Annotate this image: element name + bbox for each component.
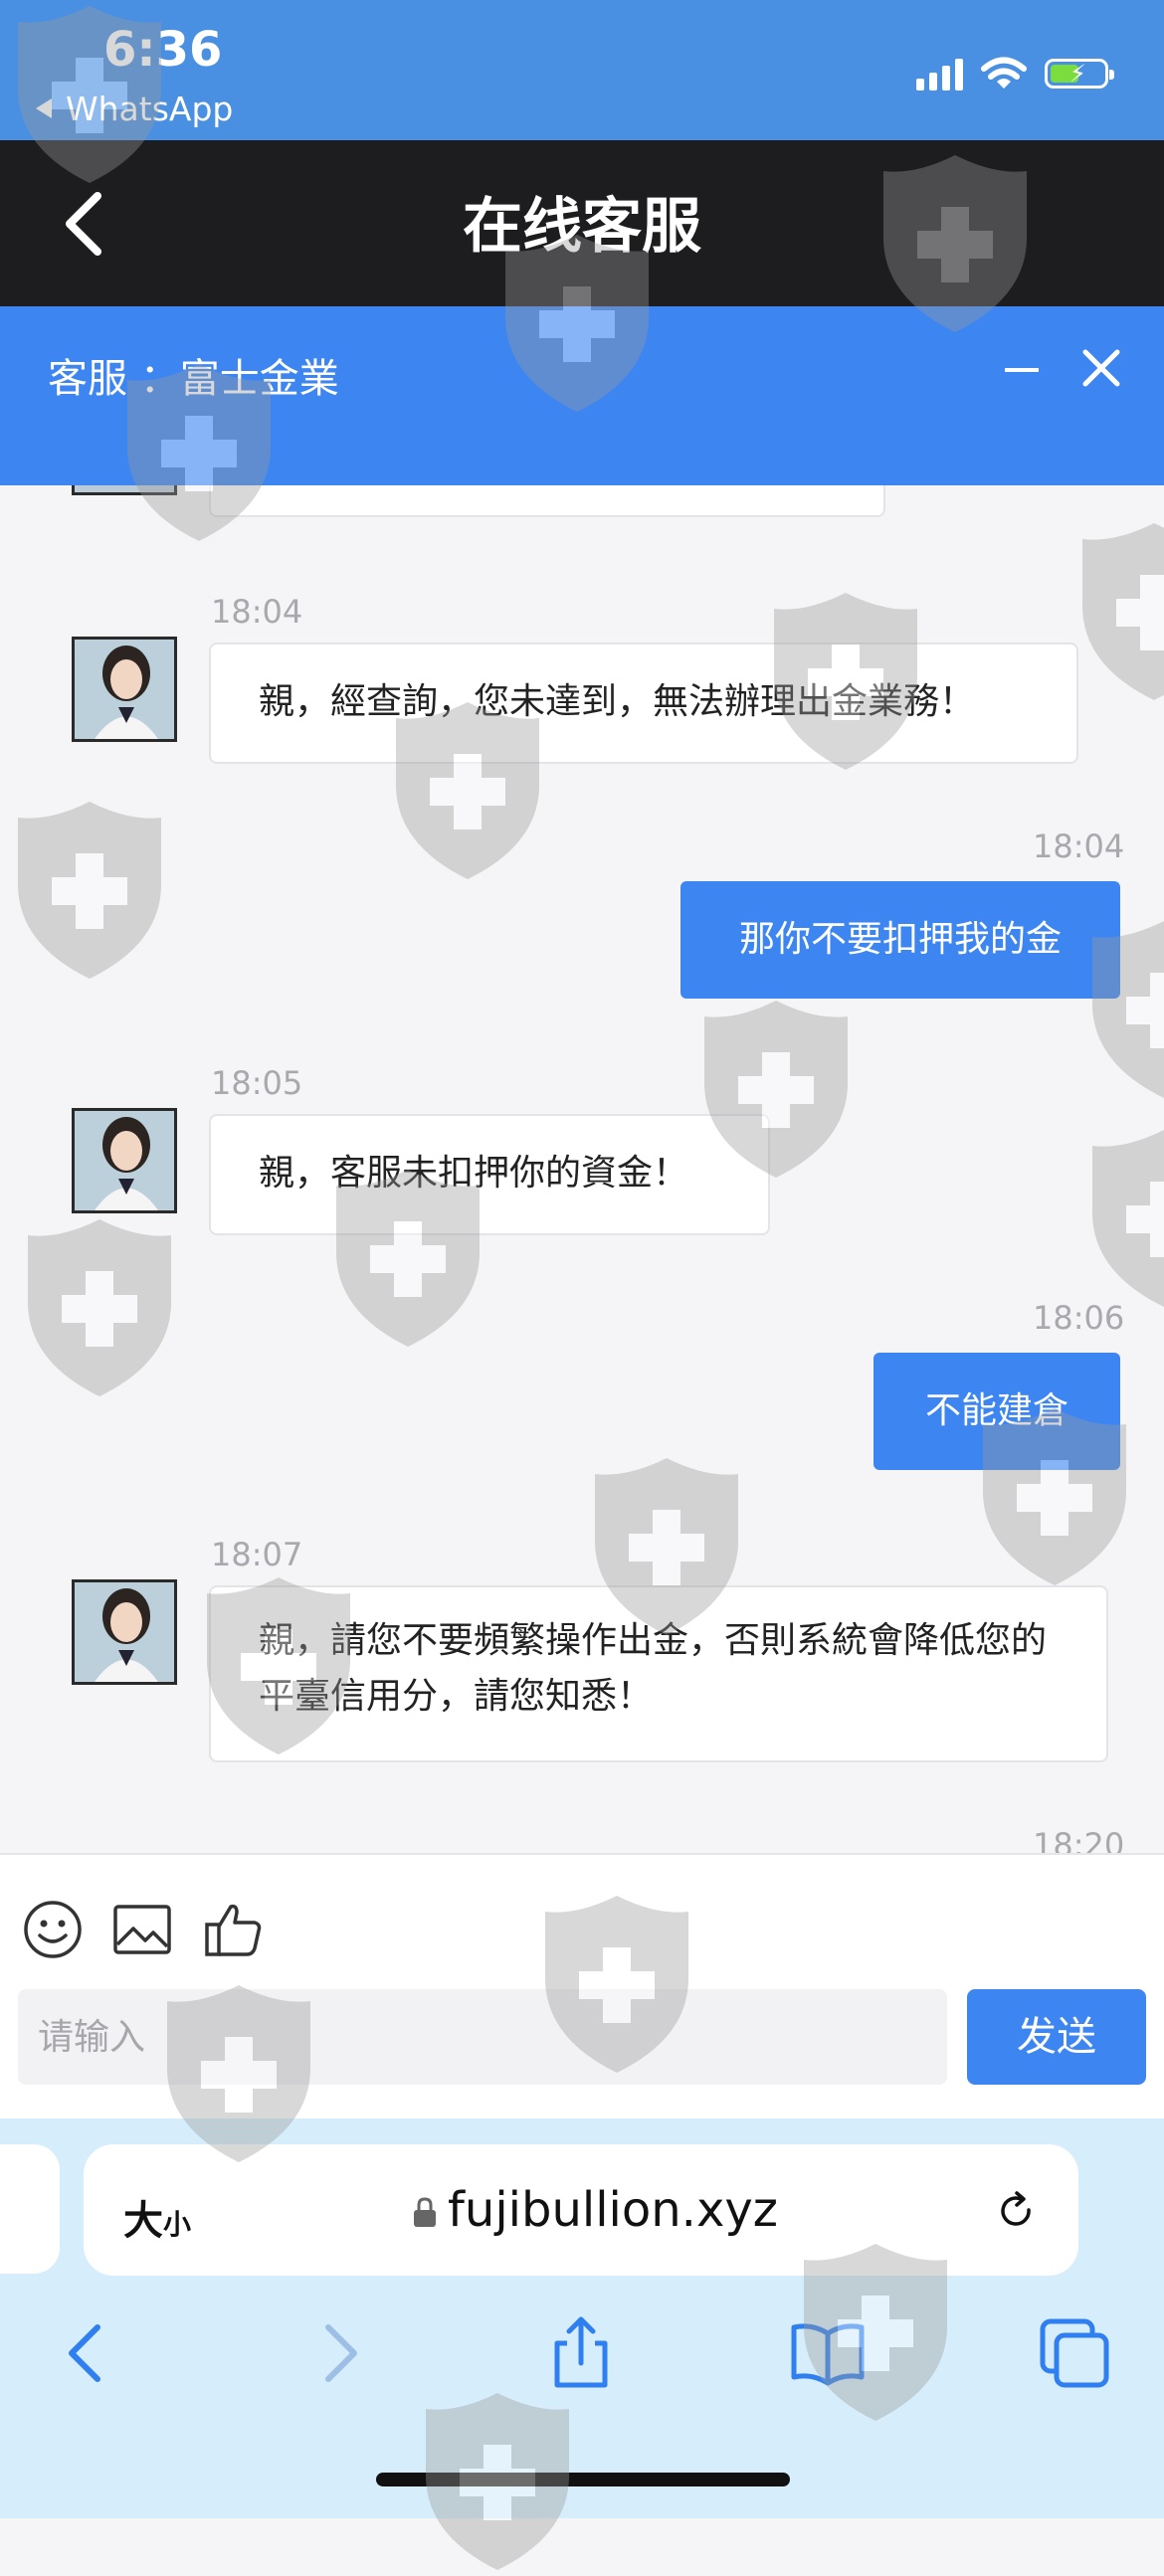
message-time: 18:04 (1033, 828, 1125, 865)
image-icon[interactable] (111, 1899, 173, 1960)
home-indicator[interactable] (376, 2473, 790, 2486)
minus-icon[interactable] (1005, 368, 1039, 372)
send-button[interactable]: 发送 (967, 1989, 1146, 2085)
battery-charging-icon: ⚡ (1045, 59, 1114, 89)
back-triangle-icon (36, 97, 52, 118)
agent-avatar (72, 1579, 177, 1685)
browser-toolbar: 大小 fujibullion.xyz (0, 2118, 1164, 2518)
message-bubble: 親，客服未扣押你的資金！ (209, 1114, 770, 1235)
status-icons: ⚡ (916, 54, 1114, 93)
signal-icon (916, 57, 963, 91)
share-icon[interactable] (541, 2313, 621, 2393)
previous-tab-peek[interactable] (0, 2144, 60, 2274)
message-time: 18:04 (211, 593, 303, 631)
agent-avatar (72, 637, 177, 742)
chat-header: 客服 ：富士金業 (0, 306, 1164, 485)
message-time: 18:06 (1033, 1299, 1125, 1337)
status-bar: 6:36 WhatsApp ⚡ (0, 0, 1164, 140)
close-icon[interactable] (1079, 346, 1123, 390)
agent-name: 客服 ：富士金業 (48, 356, 339, 402)
chat-messages[interactable]: 18:04 親，經查詢，您未達到，無法辦理出金業務！ 18:04 那你不要扣押我… (0, 485, 1164, 1853)
forward-icon[interactable] (298, 2313, 378, 2393)
address-bar[interactable]: 大小 fujibullion.xyz (84, 2144, 1078, 2276)
url-text: fujibullion.xyz (448, 2182, 778, 2238)
reload-icon[interactable] (995, 2190, 1039, 2234)
message-bubble-outgoing: 那你不要扣押我的金 (680, 881, 1120, 999)
bookmarks-icon[interactable] (788, 2313, 868, 2393)
title-bar: 在线客服 (0, 140, 1164, 306)
message-bubble: 親，經查詢，您未達到，無法辦理出金業務！ (209, 643, 1078, 764)
agent-avatar (72, 1108, 177, 1213)
back-to-app-link[interactable]: WhatsApp (36, 90, 233, 128)
thumbs-up-icon[interactable] (203, 1899, 265, 1960)
message-bubble-outgoing: 不能建倉 (873, 1353, 1120, 1470)
back-icon[interactable] (48, 2313, 127, 2393)
page-title: 在线客服 (463, 192, 701, 262)
emoji-icon[interactable] (22, 1899, 84, 1960)
lock-icon (414, 2197, 436, 2227)
agent-avatar (72, 485, 177, 495)
message-time: 18:07 (211, 1536, 303, 1573)
message-time: 18:20 (1033, 1826, 1125, 1853)
wifi-icon (981, 57, 1027, 89)
message-time: 18:05 (211, 1064, 303, 1102)
tabs-icon[interactable] (1035, 2313, 1114, 2393)
message-input-bar: 发送 (0, 1853, 1164, 2120)
message-input[interactable] (18, 1989, 947, 2085)
message-bubble (209, 485, 885, 517)
back-app-label: WhatsApp (66, 90, 234, 128)
clock: 6:36 (103, 22, 223, 78)
text-size-button[interactable]: 大小 (123, 2188, 191, 2246)
message-bubble: 親，請您不要頻繁操作出金，否則系統會降低您的平臺信用分，請您知悉！ (209, 1585, 1108, 1762)
